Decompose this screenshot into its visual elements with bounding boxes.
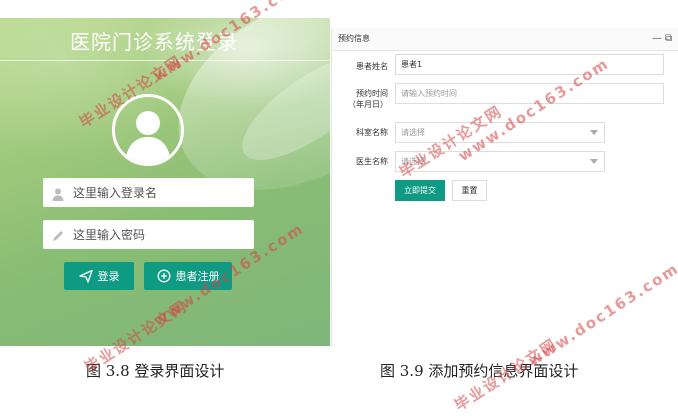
patient-name-label: 患者姓名 xyxy=(356,62,388,71)
reset-button[interactable]: 重置 xyxy=(452,180,487,201)
appointment-time-placeholder: 请输入预约时间 xyxy=(401,89,457,98)
appointment-time-input[interactable]: 请输入预约时间 xyxy=(395,83,664,104)
chevron-down-icon xyxy=(590,130,598,135)
appointment-time-label: 预约时间 xyxy=(356,89,388,98)
patient-name-input[interactable]: 患者1 xyxy=(395,54,664,75)
pencil-icon xyxy=(51,228,65,242)
appointment-form-screenshot: 预约信息 — ⧉ 患者姓名 患者1 预约时间 （年月日） 请输入预约时间 科室名… xyxy=(331,28,678,346)
avatar-icon xyxy=(112,94,184,166)
doctor-label: 医生名称 xyxy=(356,157,388,166)
plus-circle-icon xyxy=(157,269,170,283)
login-screenshot: 医院门诊系统登录 这里输入登录名 这里输入密码 登录 患者注册 xyxy=(0,18,330,346)
department-placeholder: 请选择 xyxy=(401,128,425,137)
caption-appointment: 图 3.9 添加预约信息界面设计 xyxy=(380,362,579,380)
appointment-time-sublabel: （年月日） xyxy=(348,100,388,109)
user-icon xyxy=(51,186,65,201)
department-select[interactable]: 请选择 xyxy=(395,122,605,143)
login-title: 医院门诊系统登录 xyxy=(70,30,238,54)
department-label: 科室名称 xyxy=(356,128,388,137)
send-icon xyxy=(78,269,93,283)
form-header: 预约信息 — ⧉ xyxy=(332,28,678,51)
doctor-placeholder: 请选择 xyxy=(401,157,425,166)
username-input[interactable]: 这里输入登录名 xyxy=(43,178,254,207)
caption-login: 图 3.8 登录界面设计 xyxy=(86,362,225,380)
form-header-title: 预约信息 xyxy=(338,34,370,43)
divider xyxy=(0,60,330,61)
doctor-select[interactable]: 请选择 xyxy=(395,151,605,172)
password-input[interactable]: 这里输入密码 xyxy=(43,220,254,249)
username-placeholder: 这里输入登录名 xyxy=(73,186,158,200)
register-button[interactable]: 患者注册 xyxy=(144,262,232,290)
maximize-icon[interactable]: ⧉ xyxy=(665,33,672,44)
login-button[interactable]: 登录 xyxy=(64,262,134,290)
password-placeholder: 这里输入密码 xyxy=(73,228,146,242)
submit-button[interactable]: 立即提交 xyxy=(395,180,445,201)
patient-name-value: 患者1 xyxy=(401,60,423,69)
login-button-label: 登录 xyxy=(97,270,120,283)
chevron-down-icon xyxy=(590,159,598,164)
register-button-label: 患者注册 xyxy=(175,270,220,283)
minimize-icon[interactable]: — xyxy=(652,33,662,44)
